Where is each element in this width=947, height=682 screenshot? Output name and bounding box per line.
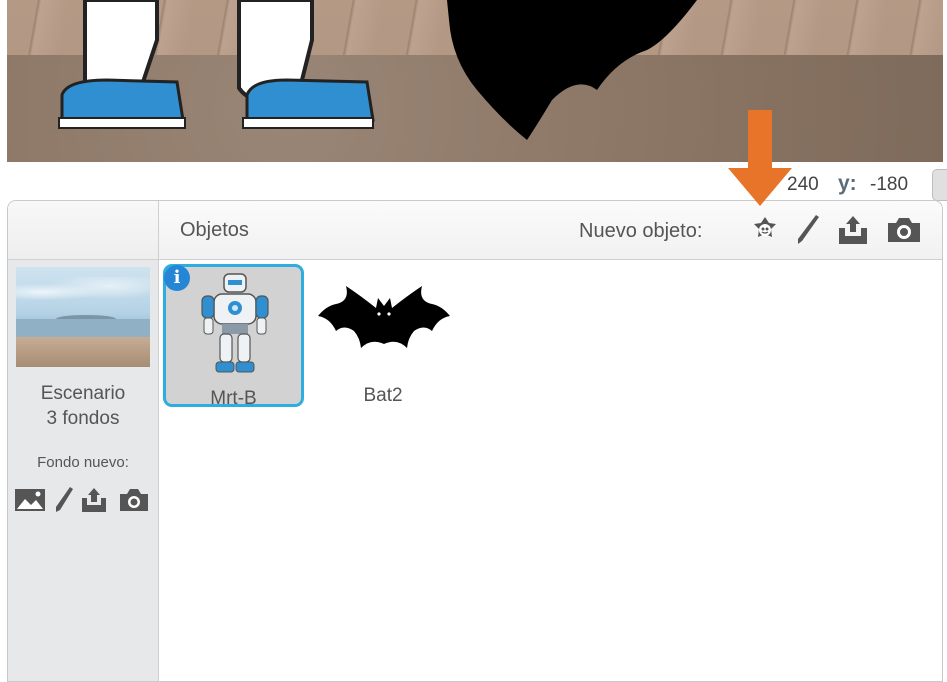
stage-column-header (8, 201, 158, 260)
sprite-name: Bat2 (363, 385, 403, 406)
upload-icon[interactable] (834, 211, 872, 249)
thumbnail-sea (16, 319, 150, 337)
thumbnail-beach (16, 337, 150, 367)
stage-thumbnail[interactable] (16, 267, 150, 367)
camera-icon[interactable] (118, 486, 150, 514)
bat-sprite-thumbnail (318, 286, 450, 348)
robot-sprite-thumbnail (201, 273, 269, 373)
stage-size-toggle[interactable] (932, 169, 947, 201)
y-coordinate-label: y: (838, 172, 857, 195)
upload-icon[interactable] (78, 486, 110, 514)
camera-icon[interactable] (885, 211, 923, 249)
new-sprite-label: Nuevo objeto: (579, 220, 703, 242)
sprite-pane: Objetos Nuevo objeto: Escenario 3 fondos… (7, 200, 943, 682)
thumbnail-clouds (16, 277, 150, 307)
paint-brush-icon[interactable] (788, 211, 826, 249)
orange-arrow-annotation (728, 110, 792, 206)
y-coordinate-value: -180 (870, 174, 909, 195)
stage-name: Escenario (40, 383, 126, 404)
stage-column: Escenario 3 fondos Fondo nuevo: (8, 201, 159, 681)
sprite-tile-bat2[interactable]: Bat2 (313, 264, 453, 406)
sprite-name: Mrt-B (210, 388, 257, 409)
sprite-info-icon[interactable]: i (164, 265, 190, 291)
image-library-icon[interactable] (14, 486, 46, 514)
bat-silhouette-art (447, 0, 697, 140)
sprite-tile-mrt-b[interactable]: i Mrt-B (163, 264, 304, 409)
stage-label: Escenario 3 fondos (8, 381, 158, 431)
robot-legs-art (58, 0, 375, 129)
stage-sprites-art (58, 0, 697, 140)
new-backdrop-label: Fondo nuevo: (37, 454, 129, 471)
backdrop-count: 3 fondos (46, 408, 120, 429)
sprites-title: Objetos (180, 219, 249, 241)
stage-preview[interactable] (7, 0, 943, 162)
sprite-library-icon[interactable] (746, 211, 784, 249)
paint-brush-icon[interactable] (48, 486, 80, 514)
